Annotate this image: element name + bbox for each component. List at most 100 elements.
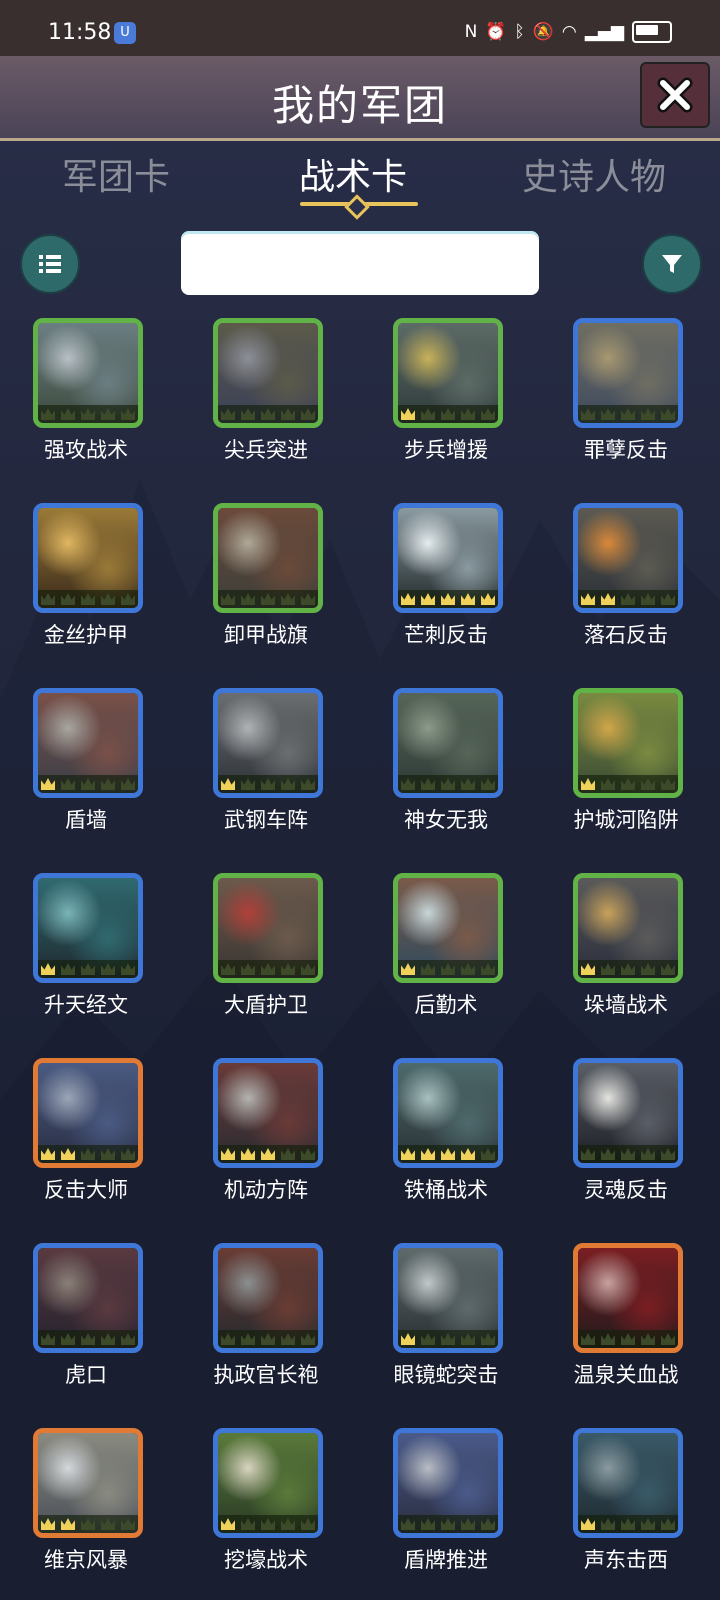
crown-icon (641, 1518, 655, 1530)
tactic-card[interactable]: 虎口 (11, 1243, 161, 1403)
crown-icon (41, 593, 55, 605)
tactic-card[interactable]: 金丝护甲 (11, 503, 161, 663)
tactic-card[interactable]: 落石反击 (551, 503, 701, 663)
card-star-level (398, 1515, 498, 1533)
card-frame (573, 318, 683, 428)
crown-icon (41, 408, 55, 420)
card-star-level (398, 960, 498, 978)
tab-legion-cards[interactable]: 军团卡 (62, 148, 170, 200)
tactic-card[interactable]: 步兵增援 (371, 318, 521, 478)
card-star-level (578, 1330, 678, 1348)
card-name: 芒刺反击 (404, 623, 488, 647)
tactic-card[interactable]: 铁桶战术 (371, 1058, 521, 1218)
crown-icon (41, 1518, 55, 1530)
crown-icon (101, 408, 115, 420)
crown-icon (441, 1518, 455, 1530)
crown-icon (621, 1518, 635, 1530)
crown-icon (621, 963, 635, 975)
app-notification-icon: U (114, 22, 136, 44)
crown-icon (621, 593, 635, 605)
crown-icon (101, 963, 115, 975)
card-name: 虎口 (65, 1363, 107, 1387)
card-name: 罪孽反击 (584, 438, 668, 462)
tactic-card[interactable]: 眼镜蛇突击 (371, 1243, 521, 1403)
card-frame (33, 873, 143, 983)
tactic-card[interactable]: 声东击西 (551, 1428, 701, 1588)
crown-icon (221, 593, 235, 605)
crown-icon (441, 1148, 455, 1160)
crown-icon (41, 778, 55, 790)
crown-icon (401, 593, 415, 605)
tactic-card[interactable]: 盾墙 (11, 688, 161, 848)
crown-icon (281, 778, 295, 790)
crown-icon (221, 1333, 235, 1345)
card-frame (393, 1058, 503, 1168)
tactic-card[interactable]: 温泉关血战 (551, 1243, 701, 1403)
card-name: 武钢车阵 (224, 808, 308, 832)
card-name: 金丝护甲 (44, 623, 128, 647)
crown-icon (121, 593, 135, 605)
crown-icon (421, 408, 435, 420)
close-button[interactable] (640, 62, 710, 128)
crown-icon (61, 778, 75, 790)
crown-icon (401, 963, 415, 975)
tactic-card[interactable]: 垛墙战术 (551, 873, 701, 1033)
tactic-card[interactable]: 挖壕战术 (191, 1428, 341, 1588)
tactic-card[interactable]: 后勤术 (371, 873, 521, 1033)
card-frame (393, 318, 503, 428)
crown-icon (461, 1518, 475, 1530)
card-name: 执政官长袍 (213, 1363, 319, 1387)
crown-icon (661, 593, 675, 605)
crown-icon (221, 408, 235, 420)
tactic-card[interactable]: 执政官长袍 (191, 1243, 341, 1403)
crown-icon (101, 1333, 115, 1345)
signal-icon: ▂▄▆ (584, 22, 624, 42)
filter-button[interactable] (642, 234, 702, 294)
tactic-card[interactable]: 神女无我 (371, 688, 521, 848)
card-frame (33, 1428, 143, 1538)
tactic-card[interactable]: 盾牌推进 (371, 1428, 521, 1588)
crown-icon (301, 593, 315, 605)
card-star-level (38, 775, 138, 793)
tactic-card[interactable]: 大盾护卫 (191, 873, 341, 1033)
tactic-card[interactable]: 武钢车阵 (191, 688, 341, 848)
tactic-card[interactable]: 灵魂反击 (551, 1058, 701, 1218)
card-star-level (578, 1145, 678, 1163)
nfc-icon: N (464, 22, 478, 42)
crown-icon (421, 1518, 435, 1530)
tactic-card[interactable]: 芒刺反击 (371, 503, 521, 663)
tactic-card[interactable]: 强攻战术 (11, 318, 161, 478)
crown-icon (241, 963, 255, 975)
search-input[interactable] (181, 231, 539, 295)
card-name: 温泉关血战 (573, 1363, 679, 1387)
crown-icon (261, 593, 275, 605)
crown-icon (481, 1333, 495, 1345)
list-view-button[interactable] (20, 234, 80, 294)
tab-epic-characters[interactable]: 史诗人物 (522, 148, 666, 200)
card-name: 维京风暴 (44, 1548, 128, 1572)
mute-icon: 🔕 (532, 22, 554, 42)
crown-icon (301, 1333, 315, 1345)
crown-icon (621, 778, 635, 790)
tactic-card[interactable]: 升天经文 (11, 873, 161, 1033)
card-frame (393, 873, 503, 983)
card-name: 强攻战术 (44, 438, 128, 462)
tactic-card[interactable]: 尖兵突进 (191, 318, 341, 478)
crown-icon (61, 963, 75, 975)
tactic-card[interactable]: 维京风暴 (11, 1428, 161, 1588)
crown-icon (261, 963, 275, 975)
card-frame (213, 688, 323, 798)
tactic-card[interactable]: 护城河陷阱 (551, 688, 701, 848)
tactic-card[interactable]: 机动方阵 (191, 1058, 341, 1218)
crown-icon (121, 1148, 135, 1160)
card-star-level (218, 960, 318, 978)
card-name: 尖兵突进 (224, 438, 308, 462)
crown-icon (661, 778, 675, 790)
card-frame (393, 688, 503, 798)
tactic-card[interactable]: 卸甲战旗 (191, 503, 341, 663)
tactic-card[interactable]: 反击大师 (11, 1058, 161, 1218)
tactic-card[interactable]: 罪孽反击 (551, 318, 701, 478)
crown-icon (41, 1333, 55, 1345)
crown-icon (101, 1148, 115, 1160)
tab-tactic-cards[interactable]: 战术卡 (299, 148, 407, 200)
